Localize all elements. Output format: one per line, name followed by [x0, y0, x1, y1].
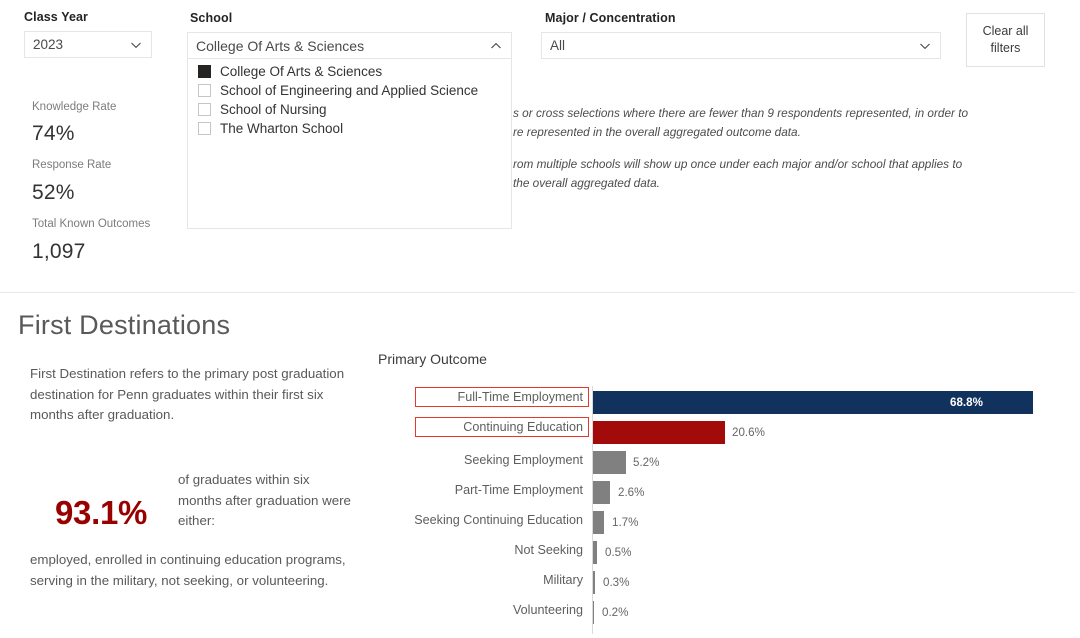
chart-value-label: 1.7% [612, 516, 639, 529]
school-label: School [190, 11, 233, 25]
chevron-down-icon [129, 38, 143, 52]
school-option-item[interactable]: School of Nursing [188, 100, 511, 119]
chevron-up-icon [489, 39, 503, 53]
chart-category-label[interactable]: Part-Time Employment [383, 483, 588, 497]
chart-value-label: 20.6% [732, 426, 765, 439]
chart-value-label: 5.2% [633, 456, 660, 469]
school-dropdown-panel[interactable]: College Of Arts & Sciences School of Eng… [187, 58, 512, 229]
school-option-item[interactable]: School of Engineering and Applied Scienc… [188, 81, 511, 100]
kpi-value-total-known-outcomes: 1,097 [32, 240, 86, 263]
checkbox-icon[interactable] [198, 84, 211, 97]
overall-outcome-stat: 93.1% [55, 494, 148, 531]
section-divider [0, 292, 1075, 293]
disclaimer-line: re represented in the overall aggregated… [513, 125, 801, 139]
clear-all-filters-button[interactable]: Clear all filters [966, 13, 1045, 67]
school-option-label: The Wharton School [220, 121, 344, 136]
chart-row[interactable]: Not Seeking 0.5% [380, 540, 1060, 570]
major-value: All [550, 38, 566, 53]
major-dropdown[interactable]: All [541, 32, 941, 59]
primary-outcome-bar-chart: Full-Time Employment 68.8% Continuing Ed… [380, 378, 1060, 636]
checkbox-icon[interactable] [198, 103, 211, 116]
chart-title: Primary Outcome [378, 351, 487, 367]
overall-outcome-stat-text: of graduates within six months after gra… [178, 472, 351, 528]
school-option-label: School of Engineering and Applied Scienc… [220, 83, 479, 98]
chart-bar[interactable] [593, 421, 725, 444]
disclaimer-line: the overall aggregated data. [513, 176, 660, 190]
page-title: First Destinations [18, 310, 231, 340]
school-dropdown[interactable]: College Of Arts & Sciences [187, 32, 512, 59]
class-year-label: Class Year [24, 10, 89, 24]
chart-category-label[interactable]: Seeking Continuing Education [383, 513, 588, 527]
chart-row[interactable]: Continuing Education 20.6% [380, 417, 1060, 450]
kpi-value-knowledge-rate: 74% [32, 122, 75, 145]
kpi-label-knowledge-rate: Knowledge Rate [32, 101, 117, 113]
chart-category-label[interactable]: Continuing Education [415, 417, 589, 437]
chart-value-label: 2.6% [618, 486, 645, 499]
chart-bar[interactable] [593, 481, 610, 504]
destinations-outro: employed, enrolled in continuing educati… [30, 552, 346, 588]
chart-bar[interactable] [593, 451, 626, 474]
chart-category-label[interactable]: Not Seeking [383, 543, 588, 557]
school-option-label: College Of Arts & Sciences [220, 64, 383, 79]
disclaimer-line: rom multiple schools will show up once u… [513, 157, 963, 171]
chart-bar[interactable] [593, 571, 595, 594]
class-year-value: 2023 [33, 37, 64, 52]
chart-row[interactable]: Volunteering 0.2% [380, 600, 1060, 630]
chart-row[interactable]: Seeking Employment 5.2% [380, 450, 1060, 480]
disclaimer-notes: s or cross selections where there are fe… [513, 95, 1073, 195]
chart-value-label: 0.3% [603, 576, 630, 589]
chart-bar[interactable] [593, 541, 597, 564]
chart-row[interactable]: Part-Time Employment 2.6% [380, 480, 1060, 510]
school-option-label: School of Nursing [220, 102, 327, 117]
chart-row[interactable]: Seeking Continuing Education 1.7% [380, 510, 1060, 540]
chart-category-label[interactable]: Volunteering [383, 603, 588, 617]
chart-value-label: 0.2% [602, 606, 629, 619]
chart-row[interactable]: Full-Time Employment 68.8% [380, 387, 1060, 420]
kpi-value-response-rate: 52% [32, 181, 75, 204]
chevron-down-icon [918, 39, 932, 53]
chart-value-label: 68.8% [950, 396, 983, 409]
chart-category-label[interactable]: Seeking Employment [383, 453, 588, 467]
chart-category-label[interactable]: Military [383, 573, 588, 587]
checkbox-checked-icon[interactable] [198, 65, 211, 78]
major-label: Major / Concentration [545, 11, 676, 25]
chart-bar[interactable] [593, 511, 604, 534]
chart-category-label[interactable]: Full-Time Employment [415, 387, 589, 407]
class-year-dropdown[interactable]: 2023 [24, 31, 152, 58]
school-option-item[interactable]: College Of Arts & Sciences [188, 62, 511, 81]
chart-bar[interactable] [593, 601, 594, 624]
checkbox-icon[interactable] [198, 122, 211, 135]
kpi-label-response-rate: Response Rate [32, 159, 112, 171]
kpi-label-total-known-outcomes: Total Known Outcomes [32, 218, 151, 230]
school-value: College Of Arts & Sciences [196, 37, 365, 54]
chart-row[interactable]: Military 0.3% [380, 570, 1060, 600]
dashboard-root: Class Year 2023 School College Of Arts &… [0, 0, 1080, 638]
school-option-item[interactable]: The Wharton School [188, 119, 511, 138]
disclaimer-line: s or cross selections where there are fe… [513, 106, 969, 120]
chart-value-label: 0.5% [605, 546, 632, 559]
destinations-intro: First Destination refers to the primary … [30, 366, 345, 422]
